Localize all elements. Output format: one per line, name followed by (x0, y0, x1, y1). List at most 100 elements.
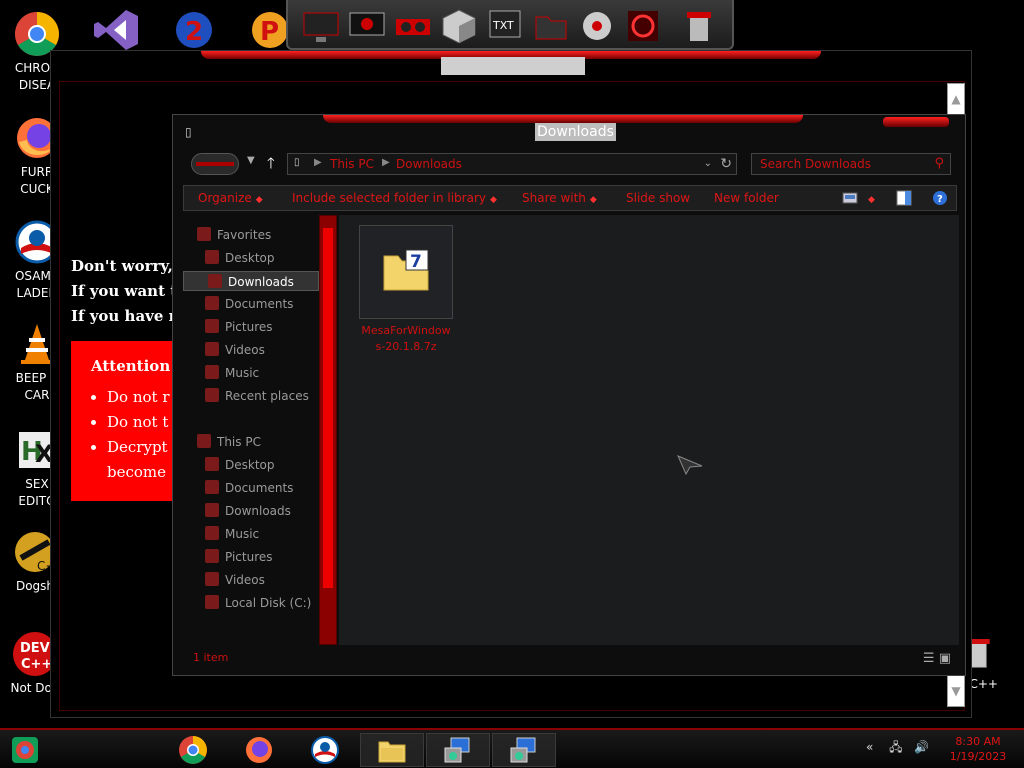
attention-box: Attention! Do not r Do not t Decrypt bec… (71, 341, 181, 501)
pictures-icon (205, 319, 219, 333)
preview-pane-icon[interactable] (896, 190, 912, 206)
file-name: MesaForWindows-20.1.8.7z (361, 324, 451, 353)
nav-pc-local-disk[interactable]: Local Disk (C:) (205, 593, 311, 613)
taskbar-firefox[interactable] (228, 733, 292, 767)
nav-fav-recent-places[interactable]: Recent places (205, 386, 309, 406)
share-with-button[interactable]: Share with ◆ (522, 191, 597, 205)
slide-show-button[interactable]: Slide show (626, 191, 690, 205)
dock-item-folder[interactable] (532, 7, 570, 45)
file-explorer-icon (378, 741, 406, 763)
help-icon[interactable]: ? (932, 190, 948, 206)
change-view-icon[interactable] (842, 190, 858, 206)
dock-item-swirl[interactable] (624, 7, 662, 45)
up-arrow-icon[interactable]: 🡑 (267, 153, 275, 178)
breadcrumb-this-pc[interactable]: This PC (330, 157, 374, 171)
nav-fav-music[interactable]: Music (205, 363, 259, 383)
attention-bullet: Do not r (107, 385, 169, 410)
tray-chevron-icon[interactable]: « (866, 740, 873, 754)
visual-studio-icon[interactable] (92, 8, 140, 52)
volume-icon[interactable]: 🔊 (914, 740, 929, 754)
attention-bullet: become (107, 463, 167, 481)
include-in-library-button[interactable]: Include selected folder in library ◆ (292, 191, 497, 205)
display-icon (349, 12, 385, 36)
taskbar-chrome[interactable] (162, 733, 226, 767)
swirl-icon (628, 11, 658, 41)
hard-drive-icon (205, 595, 219, 609)
window-controls[interactable] (883, 117, 949, 127)
nav-pc-documents[interactable]: Documents (205, 478, 293, 498)
nav-fav-pictures[interactable]: Pictures (205, 317, 273, 337)
mouse-cursor-icon (677, 455, 703, 476)
navigation-pane: Favorites Desktop Downloads Documents Pi… (181, 215, 319, 667)
refresh-icon[interactable]: ↻ (720, 156, 732, 172)
item-count: 1 item (193, 651, 229, 664)
start-button[interactable] (0, 733, 56, 767)
file-item[interactable]: 7 MesaForWindows-20.1.8.7z (359, 225, 453, 355)
text-file-icon: TXT (489, 10, 521, 38)
nav-fav-videos[interactable]: Videos (205, 340, 265, 360)
nav-fav-downloads[interactable]: Downloads (183, 271, 319, 291)
search-box[interactable]: Search Downloads ⚲ (751, 153, 951, 175)
dock-item-disk[interactable] (578, 7, 616, 45)
address-bar[interactable]: ▯ ▶ This PC ▶ Downloads ⌄ ↻ (287, 153, 737, 175)
file-thumbnail[interactable]: 7 (359, 225, 453, 319)
taskbar-network-app-2[interactable] (492, 733, 556, 767)
documents-icon (205, 480, 219, 494)
documents-icon (205, 296, 219, 310)
trash-icon (687, 12, 711, 41)
dock-item-trash[interactable] (680, 7, 718, 45)
dock-item-gpu[interactable] (394, 7, 432, 45)
dock-item-cube[interactable] (440, 7, 478, 45)
taskbar-network-app-1[interactable] (426, 733, 490, 767)
dock-item-monitor[interactable] (302, 7, 340, 45)
ransom-scroll-down[interactable]: ▼ (947, 675, 965, 707)
ransom-text-line: If you want to (71, 282, 188, 300)
ransom-scroll-up[interactable]: ▲ (947, 83, 965, 115)
nav-favorites[interactable]: Favorites (197, 225, 271, 245)
nav-pc-music[interactable]: Music (205, 524, 259, 544)
videos-icon (205, 572, 219, 586)
organize-button[interactable]: Organize ◆ (198, 191, 263, 205)
desktop-icon (205, 457, 219, 471)
window-title: Downloads (535, 123, 616, 141)
disk-icon (583, 12, 611, 40)
nav-pc-videos[interactable]: Videos (205, 570, 265, 590)
taskbar: « 🖧 🔊 8:30 AM 1/19/2023 (0, 728, 1024, 768)
nav-pc-desktop[interactable]: Desktop (205, 455, 275, 475)
recent-locations-chevron-icon[interactable]: ▼ (247, 155, 255, 166)
svg-text:TXT: TXT (492, 19, 514, 32)
taskbar-file-explorer[interactable] (360, 733, 424, 767)
new-folder-button[interactable]: New folder (714, 191, 779, 205)
nav-pc-downloads[interactable]: Downloads (205, 501, 291, 521)
recent-places-icon (205, 388, 219, 402)
nav-fav-desktop[interactable]: Desktop (205, 248, 275, 268)
view-options-chevron-icon[interactable]: ◆ (868, 191, 875, 205)
app-icon-two[interactable]: 2 (172, 8, 216, 52)
attention-title: Attention! (91, 357, 177, 375)
clock-date: 1/19/2023 (949, 750, 1007, 763)
svg-text:C++: C++ (21, 657, 52, 672)
dock-item-txt[interactable]: TXT (486, 7, 524, 45)
back-forward-button[interactable] (191, 153, 239, 175)
nav-this-pc[interactable]: This PC (197, 432, 261, 452)
search-placeholder: Search Downloads (760, 157, 871, 171)
navigation-pane-scrollbar[interactable] (319, 215, 337, 645)
monitor-icon (303, 12, 339, 42)
favorites-star-icon (197, 227, 211, 241)
view-toggle-icons[interactable]: ☰ ▣ (923, 651, 951, 666)
search-icon[interactable]: ⚲ (934, 156, 944, 171)
nav-pc-pictures[interactable]: Pictures (205, 547, 273, 567)
dock-item-display[interactable] (348, 7, 386, 45)
network-icon[interactable]: 🖧 (889, 740, 902, 754)
breadcrumb-downloads[interactable]: Downloads (396, 157, 462, 171)
ransom-title-bar (441, 57, 585, 75)
videos-icon (205, 342, 219, 356)
breadcrumb-arrow-icon: ▶ (314, 157, 322, 168)
ransom-text-line: Don't worry,y (71, 257, 182, 275)
top-dock: TXT (286, 0, 734, 50)
taskbar-osama[interactable] (294, 733, 358, 767)
nav-fav-documents[interactable]: Documents (205, 294, 293, 314)
address-dropdown-icon[interactable]: ⌄ (704, 158, 712, 169)
scrollbar-thumb[interactable] (323, 228, 333, 588)
system-clock[interactable]: 8:30 AM 1/19/2023 (940, 734, 1016, 764)
